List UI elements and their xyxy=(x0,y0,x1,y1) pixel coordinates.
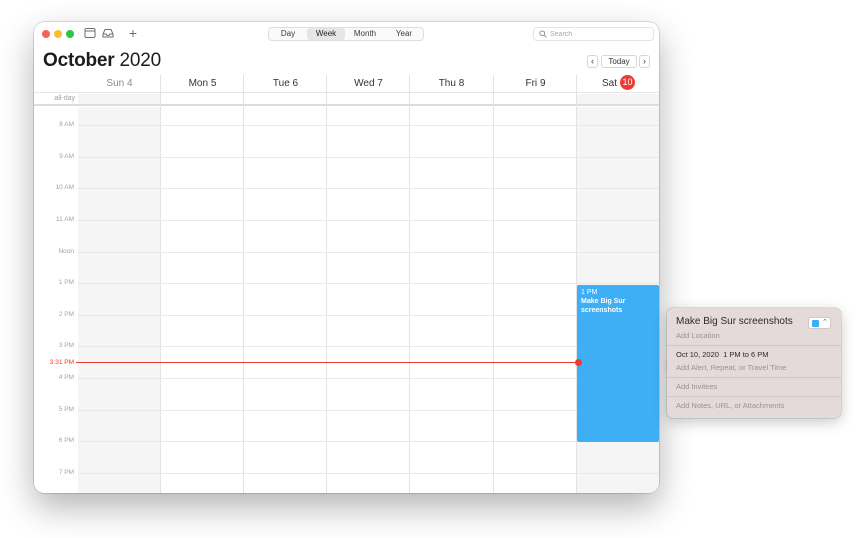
day-header-thu[interactable]: Thu 8 xyxy=(410,75,493,93)
month-year-title: October 2020 xyxy=(43,49,161,73)
calendars-list-icon[interactable] xyxy=(84,27,96,40)
day-headers: Sun 4 Mon 5 Tue 6 Wed 7 Thu 8 Fri 9 Sat 1… xyxy=(34,74,659,93)
allday-label: all-day xyxy=(54,95,75,102)
time-label: 9 AM xyxy=(59,153,74,160)
hour-line xyxy=(78,252,659,253)
hour-line xyxy=(78,441,659,442)
add-invitees-field[interactable]: Add Invitees xyxy=(676,382,717,392)
minimize-window-button[interactable] xyxy=(54,30,62,38)
popover-divider xyxy=(667,345,841,346)
time-label: 1 PM xyxy=(58,279,74,286)
column-divider xyxy=(243,75,244,493)
time-label: 5 PM xyxy=(58,406,74,413)
allday-row: all-day xyxy=(34,94,659,106)
day-header-wed[interactable]: Wed 7 xyxy=(327,75,410,93)
column-divider xyxy=(160,75,161,493)
hour-line xyxy=(78,410,659,411)
search-input[interactable] xyxy=(550,28,650,40)
column-divider xyxy=(493,75,494,493)
today-button[interactable]: Today xyxy=(601,55,637,68)
inbox-icon[interactable] xyxy=(102,27,114,40)
time-label: 8 AM xyxy=(59,121,74,128)
popover-event-title[interactable]: Make Big Sur screenshots xyxy=(676,316,793,328)
year-label: 2020 xyxy=(119,50,162,71)
hour-line xyxy=(78,188,659,189)
day-header-sat[interactable]: Sat 10 xyxy=(577,74,659,93)
next-week-button[interactable]: › xyxy=(639,55,650,68)
calendar-color-swatch xyxy=(812,320,819,327)
event-make-big-sur-screenshots[interactable]: 1 PM Make Big Sur screenshots xyxy=(577,285,659,442)
time-label: 10 AM xyxy=(55,184,74,191)
today-date-badge: 10 xyxy=(620,74,635,90)
current-time-label: 3:31 PM xyxy=(49,359,74,366)
view-year-button[interactable]: Year xyxy=(385,28,423,40)
hour-line xyxy=(78,473,659,474)
column-divider xyxy=(326,75,327,493)
time-label: 11 AM xyxy=(56,216,74,223)
add-alert-field[interactable]: Add Alert, Repeat, or Travel Time xyxy=(676,363,786,373)
previous-week-button[interactable]: ‹ xyxy=(587,55,598,68)
calendar-color-picker[interactable]: ⌃ xyxy=(808,317,831,329)
hour-line xyxy=(78,125,659,126)
day-header-tue[interactable]: Tue 6 xyxy=(244,75,327,93)
time-label: 4 PM xyxy=(58,374,74,381)
calendar-window: + Day Week Month Year October 2020 ‹ Tod… xyxy=(34,22,659,493)
add-notes-field[interactable]: Add Notes, URL, or Attachments xyxy=(676,401,784,411)
current-time-line xyxy=(76,362,580,363)
hour-line xyxy=(78,220,659,221)
zoom-window-button[interactable] xyxy=(66,30,74,38)
time-label: 2 PM xyxy=(58,311,74,318)
view-month-button[interactable]: Month xyxy=(345,28,385,40)
chevron-updown-icon: ⌃ xyxy=(822,319,828,326)
column-divider xyxy=(409,75,410,493)
view-switcher: Day Week Month Year xyxy=(268,27,424,41)
time-label: 6 PM xyxy=(58,437,74,444)
event-title: Make Big Sur screenshots xyxy=(581,298,626,314)
view-day-button[interactable]: Day xyxy=(269,28,307,40)
view-week-button[interactable]: Week xyxy=(307,28,345,40)
month-name: October xyxy=(43,50,115,71)
event-datetime[interactable]: Oct 10, 2020 1 PM to 6 PM xyxy=(676,350,769,360)
event-time: 1 PM xyxy=(581,289,598,296)
day-header-fri[interactable]: Fri 9 xyxy=(494,75,577,93)
hour-line xyxy=(78,346,659,347)
weekend-shade-sunday xyxy=(78,107,160,493)
event-detail-popover: Make Big Sur screenshots ⌃ Add Location … xyxy=(667,308,841,418)
toolbar: + Day Week Month Year xyxy=(34,22,659,46)
hour-line xyxy=(78,283,659,284)
current-time-dot xyxy=(575,359,582,366)
close-window-button[interactable] xyxy=(42,30,50,38)
time-label: Noon xyxy=(58,248,74,255)
search-field[interactable] xyxy=(533,27,654,41)
day-header-sun[interactable]: Sun 4 xyxy=(78,75,161,93)
popover-divider xyxy=(667,377,841,378)
hour-line xyxy=(78,315,659,316)
hour-line xyxy=(78,157,659,158)
day-header-mon[interactable]: Mon 5 xyxy=(161,75,244,93)
time-label: 3 PM xyxy=(58,342,74,349)
time-label: 7 PM xyxy=(58,469,74,476)
popover-divider xyxy=(667,396,841,397)
add-location-field[interactable]: Add Location xyxy=(676,331,720,341)
hour-line xyxy=(78,378,659,379)
add-event-icon[interactable]: + xyxy=(127,26,139,40)
search-icon xyxy=(539,30,547,38)
